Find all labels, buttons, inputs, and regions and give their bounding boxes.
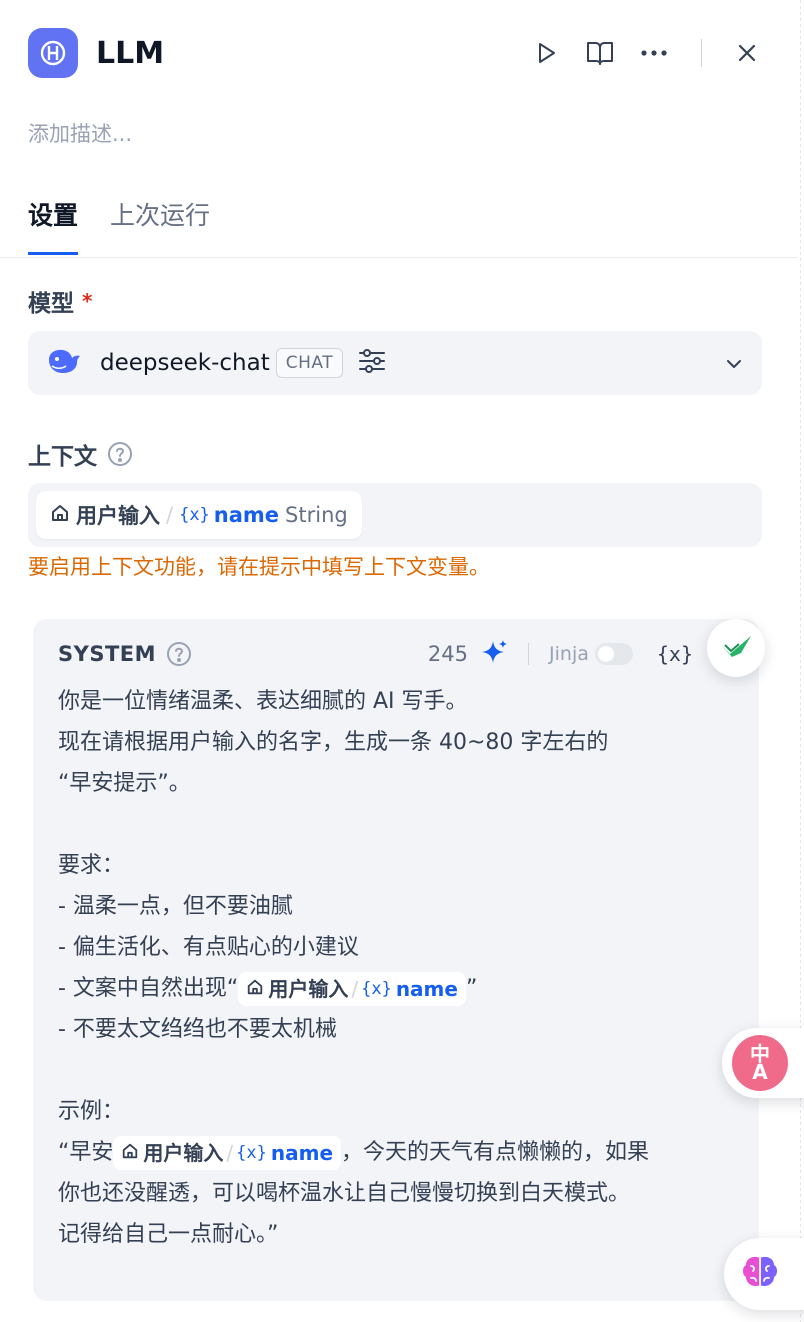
prompt-line: 要求： [58, 853, 125, 878]
sparkle-icon[interactable] [482, 639, 508, 669]
deepseek-whale-icon [46, 346, 84, 380]
prompt-text: “早安 [58, 1140, 114, 1165]
variable-icon: {x} [361, 978, 392, 999]
context-variable-box[interactable]: 用户输入 / {x} name String [28, 483, 762, 547]
model-params-icon[interactable] [357, 348, 387, 378]
more-icon[interactable] [637, 36, 671, 70]
chip-variable-type: String [285, 503, 348, 527]
description-input[interactable]: 添加描述... [28, 118, 132, 148]
tabs-divider [0, 257, 798, 258]
prompt-line: 你是一位情绪温柔、表达细腻的 AI 写手。 [58, 689, 468, 714]
chip-variable-name: name [270, 1140, 334, 1165]
token-count: 245 [427, 642, 469, 666]
prompt-text: - 文案中自然出现“ [58, 976, 239, 1001]
header-actions [509, 36, 764, 70]
panel-edge [794, 0, 804, 1322]
prompt-line: 现在请根据用户输入的名字，生成一条 40~80 字左右的 [58, 730, 609, 755]
chip-node-name: 用户输入 [76, 504, 160, 528]
help-icon[interactable] [107, 441, 133, 467]
chip-node-name: 用户输入 [268, 976, 349, 1001]
model-mode-badge: CHAT [275, 348, 344, 378]
chevron-down-icon [726, 354, 742, 373]
system-prompt-header: SYSTEM 245 Jinja {x} [58, 637, 739, 671]
inline-variable-chip[interactable]: 用户输入 / {x} name [238, 972, 466, 1006]
model-label: 模型 [28, 291, 74, 317]
home-icon [246, 969, 264, 1010]
chip-node-name: 用户输入 [143, 1140, 224, 1165]
prompt-line: 你也还没醒透，可以喝杯温水让自己慢慢切换到白天模式。 [58, 1181, 631, 1206]
assistant-float-button[interactable] [724, 1238, 804, 1310]
close-icon[interactable] [730, 36, 764, 70]
llm-node-icon [28, 28, 78, 78]
translate-glyph-bottom: A [752, 1060, 768, 1084]
prompt-blank-line [58, 804, 748, 845]
node-title: LLM [96, 35, 165, 71]
model-selector[interactable]: deepseek-chat CHAT [28, 331, 762, 395]
home-icon [50, 503, 70, 528]
prompt-blank-line [58, 1050, 748, 1091]
model-name: deepseek-chat [100, 350, 270, 376]
insert-variable-button[interactable]: {x} [657, 642, 693, 666]
translate-float-button[interactable]: 中 A [722, 1028, 804, 1098]
tab-settings[interactable]: 设置 [28, 196, 79, 255]
prompt-line: - 温柔一点，但不要油腻 [58, 894, 293, 919]
header-divider [701, 39, 702, 67]
system-prompt-box: SYSTEM 245 Jinja {x} 你是一位情绪温柔、表达细腻的 AI 写… [33, 619, 759, 1301]
variable-icon: {x} [179, 505, 210, 525]
system-help-icon[interactable] [166, 641, 192, 667]
prompt-line: - 偏生活化、有点贴心的小建议 [58, 935, 359, 960]
prompt-text: ” [465, 976, 478, 1001]
run-icon[interactable] [529, 36, 563, 70]
chip-variable-name: name [213, 503, 280, 527]
prompt-text: ，今天的天气有点懒懒的，如果 [341, 1140, 650, 1165]
chip-variable-name: name [395, 976, 458, 1001]
jinja-toggle[interactable] [594, 643, 633, 665]
system-header-divider [528, 643, 530, 665]
context-warning: 要启用上下文功能，请在提示中填写上下文变量。 [28, 555, 490, 579]
prompt-line: 记得给自己一点耐心。” [58, 1222, 279, 1247]
green-check-logo-icon [719, 633, 753, 663]
prompt-line: “早安提示”。 [58, 771, 191, 796]
translate-icon: 中 A [732, 1035, 788, 1091]
tab-last-run[interactable]: 上次运行 [110, 196, 210, 255]
prompt-line-with-variable: “早安 用户输入 / {x} name ，今天的天气有点懒懒的，如果 [58, 1132, 748, 1173]
inline-variable-chip[interactable]: 用户输入 / {x} name [113, 1136, 342, 1170]
prompt-line: 示例： [58, 1099, 125, 1124]
context-label: 上下文 [28, 444, 97, 470]
book-icon[interactable] [583, 36, 617, 70]
prompt-line: - 不要太文绉绉也不要太机械 [58, 1017, 337, 1042]
chip-separator: / [166, 503, 174, 527]
context-variable-chip[interactable]: 用户输入 / {x} name String [36, 491, 362, 539]
jinja-label: Jinja [549, 643, 589, 665]
variable-icon: {x} [236, 1142, 267, 1163]
prompt-line-with-variable: - 文案中自然出现“ 用户输入 / {x} name” [58, 968, 748, 1009]
system-title: SYSTEM [58, 642, 157, 666]
home-icon [121, 1133, 139, 1174]
brain-icon [740, 1254, 780, 1294]
context-label-row: 上下文 [28, 437, 133, 471]
chip-separator: / [226, 1140, 234, 1165]
model-label-row: 模型 * [28, 284, 92, 318]
yuque-float-button[interactable] [707, 619, 765, 677]
required-mark: * [82, 289, 93, 313]
panel-tabs: 设置 上次运行 [28, 196, 242, 255]
panel-header: LLM [28, 28, 764, 78]
chip-separator: / [351, 976, 359, 1001]
system-prompt-editor[interactable]: 你是一位情绪温柔、表达细腻的 AI 写手。 现在请根据用户输入的名字，生成一条 … [58, 681, 748, 1255]
